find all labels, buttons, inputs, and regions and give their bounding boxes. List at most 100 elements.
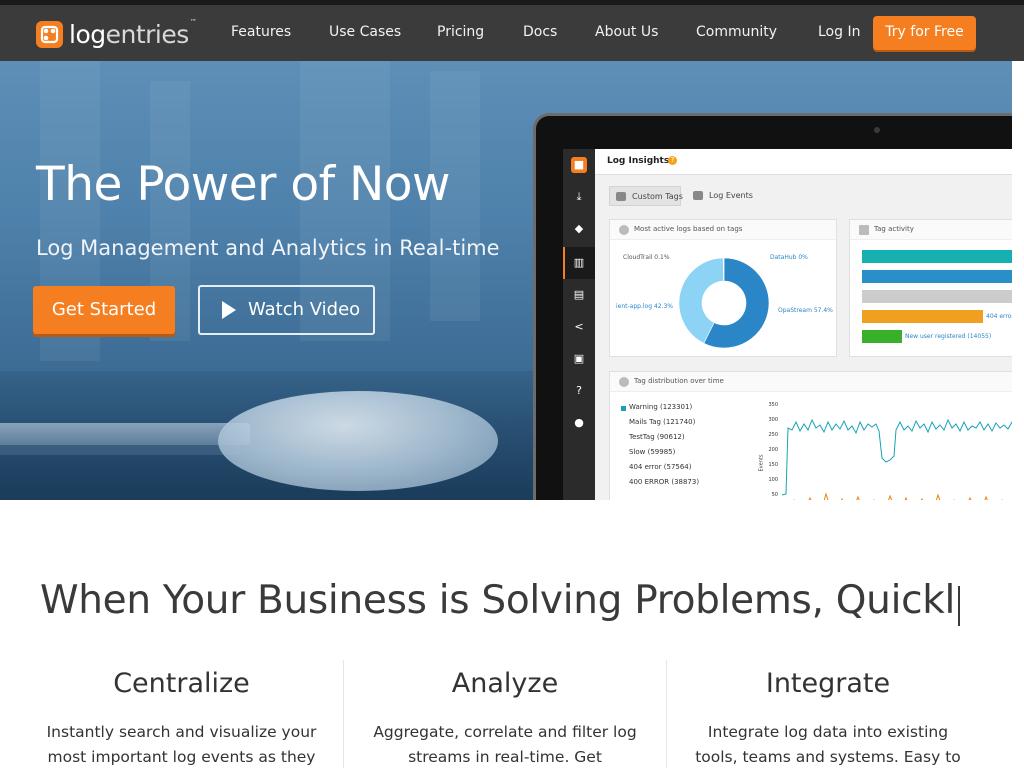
try-for-free-button[interactable]: Try for Free bbox=[873, 16, 976, 50]
logo-icon: ■ bbox=[571, 157, 587, 173]
tag-distribution-panel: Tag distribution over time Warning (1233… bbox=[609, 371, 1012, 500]
list-icon bbox=[693, 191, 703, 200]
logo[interactable]: logentries ™ bbox=[36, 18, 197, 49]
series-mails-line bbox=[793, 492, 1003, 500]
panel-header: Tag activity bbox=[850, 220, 1012, 240]
legend-item[interactable]: 400 ERROR (38873) bbox=[629, 478, 699, 486]
tag-activity-panel: Tag activity 404 error (5 New user regist… bbox=[849, 219, 1012, 357]
nav-about-us[interactable]: About Us bbox=[595, 24, 658, 40]
tab-custom-tags-label: Custom Tags bbox=[632, 192, 683, 201]
legend-item[interactable]: 404 error (57564) bbox=[629, 463, 692, 471]
dashboard-header: Log Insights ? bbox=[595, 149, 1012, 175]
tag-icon[interactable]: ◆ bbox=[571, 221, 587, 237]
typing-caret bbox=[958, 586, 960, 626]
monitor-image: ■ ⤓ ◆ ▥ ▤ < ▣ ? ● Log Insights ? Custom … bbox=[533, 113, 1012, 500]
feature-title: Centralize bbox=[113, 668, 250, 699]
feature-line: Aggregate, correlate and filter log bbox=[373, 723, 637, 741]
laptop-image bbox=[0, 423, 250, 445]
tab-log-events[interactable]: Log Events bbox=[687, 186, 753, 206]
nav-pricing[interactable]: Pricing bbox=[437, 24, 484, 40]
laptop-base-image bbox=[0, 445, 240, 455]
nav-login[interactable]: Log In bbox=[818, 24, 860, 40]
feature-description: Instantly search and visualize your most… bbox=[20, 720, 343, 768]
legend-item[interactable]: Mails Tag (121740) bbox=[629, 418, 695, 426]
feature-analyze: Analyze Aggregate, correlate and filter … bbox=[343, 660, 666, 768]
nav-features[interactable]: Features bbox=[231, 24, 291, 40]
hero-section: The Power of Now Log Management and Anal… bbox=[0, 61, 1012, 500]
tag-activity-label: 404 error (5 bbox=[986, 313, 1012, 320]
flow-icon[interactable]: ▤ bbox=[571, 287, 587, 303]
dashboard-screen: ■ ⤓ ◆ ▥ ▤ < ▣ ? ● Log Insights ? Custom … bbox=[563, 149, 1012, 500]
feature-title: Analyze bbox=[451, 668, 559, 699]
feature-line: tools, teams and systems. Easy to bbox=[695, 748, 961, 766]
feature-line: most important log events as they bbox=[47, 748, 316, 766]
hero-title: The Power of Now bbox=[36, 157, 451, 212]
feature-description: Integrate log data into existing tools, … bbox=[667, 720, 989, 768]
dashboard-main: Log Insights ? Custom Tags Log Events Mo… bbox=[595, 149, 1012, 500]
hero-subtitle: Log Management and Analytics in Real-tim… bbox=[36, 236, 500, 260]
feature-line: Instantly search and visualize your bbox=[46, 723, 317, 741]
panel-title: Most active logs based on tags bbox=[634, 225, 743, 233]
y-tick: 50 bbox=[771, 492, 778, 498]
panel-title: Tag distribution over time bbox=[634, 377, 724, 385]
legend-swatch bbox=[621, 406, 626, 411]
feature-integrate: Integrate Integrate log data into existi… bbox=[666, 660, 989, 768]
legend-item[interactable]: Warning (123301) bbox=[629, 403, 692, 411]
donut-label: DataHub 0% bbox=[770, 254, 808, 261]
tag-activity-bar[interactable] bbox=[862, 290, 1012, 303]
site-header: logentries ™ Features Use Cases Pricing … bbox=[0, 5, 1024, 61]
panel-header: Tag distribution over time bbox=[610, 372, 1012, 392]
help-icon[interactable]: ? bbox=[571, 383, 587, 399]
y-tick: 300 bbox=[768, 417, 778, 423]
logo-trademark: ™ bbox=[189, 18, 197, 26]
y-tick: 350 bbox=[768, 402, 778, 408]
tag-activity-bar[interactable] bbox=[862, 310, 983, 323]
user-icon[interactable]: ● bbox=[571, 415, 587, 431]
feature-title: Integrate bbox=[765, 668, 891, 699]
tab-custom-tags[interactable]: Custom Tags bbox=[609, 186, 683, 206]
donut-label: ient-app.log 42.3% bbox=[616, 303, 673, 310]
series-warning-line bbox=[782, 418, 1012, 496]
pie-icon bbox=[619, 225, 629, 235]
globe-icon bbox=[619, 377, 629, 387]
donut-label: CloudTrail 0.1% bbox=[623, 254, 670, 261]
feature-line: Integrate log data into existing bbox=[707, 723, 949, 741]
watch-video-button[interactable]: Watch Video bbox=[198, 285, 375, 335]
legend-item[interactable]: TestTag (90612) bbox=[629, 433, 685, 441]
tag-activity-bar[interactable] bbox=[862, 270, 1012, 283]
camera-dot bbox=[874, 127, 880, 133]
tag-activity-label: New user registered (14055) bbox=[905, 333, 992, 340]
main-headline: When Your Business is Solving Problems, … bbox=[40, 578, 956, 623]
y-tick: 100 bbox=[768, 477, 778, 483]
inbox-icon[interactable]: ▣ bbox=[571, 351, 587, 367]
chart-icon[interactable]: ▥ bbox=[571, 255, 587, 271]
logo-wordmark: logentries bbox=[69, 21, 189, 48]
legend-item[interactable]: Slow (59985) bbox=[629, 448, 675, 456]
nav-docs[interactable]: Docs bbox=[523, 24, 557, 40]
get-started-button[interactable]: Get Started bbox=[33, 286, 175, 334]
tag-activity-bar[interactable] bbox=[862, 250, 1012, 263]
play-icon bbox=[222, 301, 236, 319]
help-badge[interactable]: ? bbox=[668, 156, 677, 165]
feature-line: streams in real-time. Get bbox=[408, 748, 602, 766]
tab-log-events-label: Log Events bbox=[709, 191, 753, 200]
download-icon[interactable]: ⤓ bbox=[571, 189, 587, 205]
feature-description: Aggregate, correlate and filter log stre… bbox=[344, 720, 666, 768]
logo-word-light: entries bbox=[105, 19, 190, 49]
panel-title: Tag activity bbox=[874, 225, 914, 233]
logo-icon bbox=[36, 20, 63, 48]
y-axis-label: Events bbox=[758, 454, 765, 472]
share-icon[interactable]: < bbox=[571, 319, 587, 335]
nav-use-cases[interactable]: Use Cases bbox=[329, 24, 401, 40]
tag-icon bbox=[616, 192, 626, 201]
bars-icon bbox=[859, 225, 869, 235]
donut-slice-datahub[interactable] bbox=[723, 257, 725, 282]
nav-community[interactable]: Community bbox=[696, 24, 777, 40]
y-tick: 200 bbox=[768, 447, 778, 453]
dashboard-sidebar: ■ ⤓ ◆ ▥ ▤ < ▣ ? ● bbox=[563, 149, 595, 500]
panel-header: Most active logs based on tags bbox=[610, 220, 836, 240]
y-tick: 250 bbox=[768, 432, 778, 438]
tag-activity-bar[interactable] bbox=[862, 330, 902, 343]
donut-label: OpaStream 57.4% bbox=[778, 307, 833, 314]
mouse-image bbox=[218, 391, 498, 491]
